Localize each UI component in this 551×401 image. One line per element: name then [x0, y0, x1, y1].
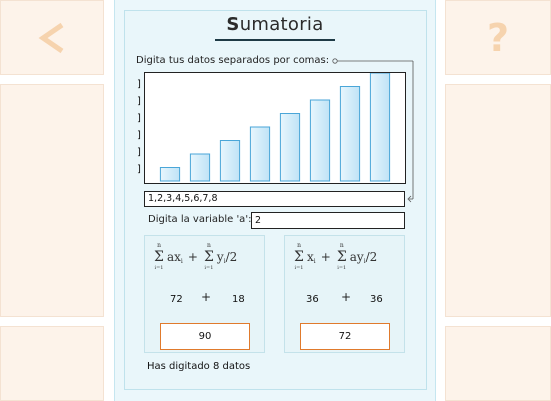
right-result: 72	[300, 323, 390, 350]
right-value-1: 36	[306, 294, 319, 305]
tile-bottom-left	[0, 326, 104, 401]
sigma-symbol: n Σi=1	[336, 242, 347, 272]
left-value-1: 72	[170, 294, 183, 305]
bar-2	[189, 153, 211, 182]
y-tick: ]	[137, 147, 141, 158]
y-tick: ]	[137, 130, 141, 141]
formula-term: axi	[167, 249, 183, 265]
bar-7	[339, 86, 361, 182]
help-icon: ?	[486, 15, 510, 60]
title-rest: umatoria	[239, 14, 324, 35]
tile-middle-right	[445, 84, 551, 317]
bar-4	[249, 126, 271, 182]
formula-term: yi/2	[216, 249, 238, 265]
title-initial: S	[226, 14, 240, 35]
sigma-symbol: n Σi=1	[294, 242, 304, 272]
help-button[interactable]: ?	[445, 0, 551, 75]
right-value-2: 36	[370, 294, 383, 305]
chevron-left-icon	[38, 22, 64, 53]
y-tick: ]	[137, 79, 141, 90]
left-result: 90	[160, 323, 250, 350]
variable-input[interactable]: 2	[251, 212, 405, 229]
page-title: Sumatoria	[215, 14, 335, 35]
bar-chart-canvas	[159, 72, 391, 182]
right-formula: n Σi=1 xi + n Σi=1 ayi/2	[294, 242, 378, 272]
formula-term: ayi/2	[349, 249, 378, 265]
back-button[interactable]	[0, 0, 104, 75]
left-formula: n Σi=1 axi + n Σi=1 yi/2	[154, 242, 238, 272]
bar-8	[369, 72, 391, 182]
data-count-status: Has digitado 8 datos	[147, 361, 251, 372]
tile-middle-left	[0, 84, 104, 317]
bar-3	[219, 140, 241, 182]
bar-chart	[144, 72, 406, 184]
y-tick: ]	[137, 164, 141, 175]
bar-6	[309, 99, 331, 182]
right-plus: +	[341, 290, 352, 304]
data-prompt: Digita tus datos separados por comas:	[136, 55, 330, 66]
bar-5	[279, 113, 301, 182]
formula-term: xi	[307, 249, 316, 265]
data-input[interactable]: 1,2,3,4,5,6,7,8	[144, 191, 405, 207]
y-tick: ]	[137, 96, 141, 107]
title-underline	[215, 39, 335, 41]
left-sum-card: n Σi=1 axi + n Σi=1 yi/2 72 + 18 90	[144, 235, 265, 353]
right-sum-card: n Σi=1 xi + n Σi=1 ayi/2 36 + 36 72	[284, 235, 405, 353]
bar-1	[159, 167, 181, 182]
sigma-symbol: n Σi=1	[203, 242, 214, 272]
variable-label: Digita la variable 'a':	[148, 214, 252, 225]
left-value-2: 18	[232, 294, 245, 305]
sigma-symbol: n Σi=1	[154, 242, 164, 272]
y-tick: ]	[137, 113, 141, 124]
left-plus: +	[201, 290, 212, 304]
tile-bottom-right	[445, 326, 551, 401]
